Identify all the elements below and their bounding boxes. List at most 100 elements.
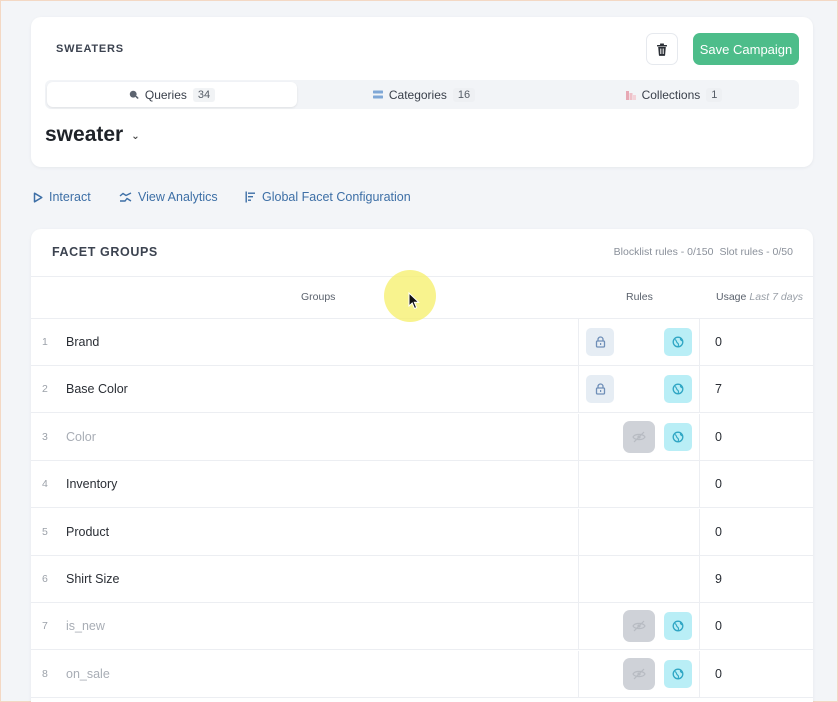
usage-value: 0: [715, 429, 722, 444]
interact-label: Interact: [49, 190, 91, 204]
view-analytics-label: View Analytics: [138, 190, 218, 204]
globe-icon: [672, 668, 684, 680]
global-rule-button[interactable]: [664, 612, 692, 641]
campaign-card: SWEATERS Save Campaign Queries 34 Catego…: [31, 17, 813, 167]
groups-column-header: Groups: [301, 291, 336, 303]
cursor-icon: [408, 292, 420, 310]
facet-group-name: Shirt Size: [66, 572, 120, 586]
pin-rule-button[interactable]: [586, 328, 614, 356]
table-row[interactable]: 4 Inventory 0: [31, 461, 813, 509]
global-facet-config-label: Global Facet Configuration: [262, 190, 411, 204]
list-icon: [372, 90, 383, 99]
rules-cell: [578, 413, 700, 460]
rules-cell: [578, 319, 700, 365]
analytics-icon: [119, 191, 132, 202]
global-rule-button[interactable]: [664, 375, 692, 404]
tab-collections[interactable]: Collections 1: [549, 80, 799, 109]
rules-cell: [578, 650, 700, 697]
tab-categories-count: 16: [452, 87, 476, 102]
tab-bar: Queries 34 Categories 16 Collections 1: [45, 80, 799, 109]
campaign-title: SWEATERS: [56, 43, 124, 55]
usage-period: Last 7 days: [749, 291, 804, 303]
rules-cell: [578, 366, 700, 413]
facet-groups-title: FACET GROUPS: [52, 245, 158, 259]
hidden-icon: [632, 668, 646, 680]
globe-icon: [672, 383, 684, 395]
table-row[interactable]: 7 is_new 0: [31, 603, 813, 651]
facet-group-name: Brand: [66, 335, 100, 349]
globe-icon: [672, 336, 684, 348]
pin-rule-button[interactable]: [586, 375, 614, 404]
tab-categories-label: Categories: [388, 87, 447, 102]
global-rule-button[interactable]: [664, 422, 692, 451]
table-row[interactable]: 5 Product 0: [31, 508, 813, 556]
global-facet-config-link[interactable]: Global Facet Configuration: [245, 190, 411, 204]
table-row[interactable]: 3 Color 0: [31, 413, 813, 461]
facet-group-name: on_sale: [66, 666, 110, 681]
usage-value: 0: [715, 666, 722, 681]
row-index: 5: [42, 525, 48, 538]
view-analytics-link[interactable]: View Analytics: [119, 190, 218, 204]
facet-group-name: Inventory: [66, 477, 118, 492]
usage-label: Usage: [716, 291, 747, 303]
globe-icon: [672, 620, 684, 632]
row-index: 8: [42, 667, 48, 680]
lock-icon: [595, 383, 605, 396]
query-title: sweater: [45, 123, 124, 146]
row-index: 2: [42, 383, 48, 396]
search-icon: [129, 90, 139, 99]
global-rule-button[interactable]: [664, 659, 692, 688]
table-row[interactable]: 2 Base Color 7: [31, 366, 813, 414]
table-row[interactable]: 6 Shirt Size 9: [31, 556, 813, 603]
trash-icon: [657, 43, 667, 56]
blocklist-rules-count: Blocklist rules - 0/150: [613, 246, 714, 258]
usage-value: 0: [715, 335, 722, 349]
delete-button[interactable]: [646, 33, 678, 65]
chevron-down-icon: ⌄: [131, 130, 140, 142]
interact-link[interactable]: Interact: [33, 190, 91, 204]
rule-limits: Blocklist rules - 0/150 Slot rules - 0/5…: [614, 246, 793, 258]
tab-collections-count: 1: [706, 87, 723, 102]
rules-cell: [578, 461, 700, 508]
hidden-icon: [632, 431, 646, 443]
facet-config-icon: [245, 191, 255, 203]
row-index: 4: [42, 478, 48, 491]
usage-value: 0: [715, 619, 722, 634]
facet-group-name: Base Color: [66, 382, 128, 397]
play-icon: [33, 191, 43, 203]
rules-cell: [578, 603, 700, 650]
row-index: 7: [42, 620, 48, 633]
hidden-icon: [632, 620, 646, 632]
usage-value: 9: [715, 572, 722, 586]
rules-cell: [578, 556, 700, 602]
hide-rule-button[interactable]: [623, 657, 655, 690]
lock-icon: [595, 336, 605, 348]
facet-group-name: is_new: [66, 619, 105, 634]
query-selector[interactable]: sweater ⌄: [45, 123, 140, 147]
tab-queries-count: 34: [192, 87, 216, 102]
facet-group-name: Color: [66, 429, 96, 444]
table-row[interactable]: 8 on_sale 0: [31, 650, 813, 698]
tab-categories[interactable]: Categories 16: [299, 80, 549, 109]
usage-value: 0: [715, 477, 722, 492]
rules-cell: [578, 508, 700, 555]
rules-column-header: Rules: [626, 291, 653, 303]
tab-queries[interactable]: Queries 34: [47, 82, 297, 107]
facet-group-name: Product: [66, 524, 110, 539]
slot-rules-count: Slot rules - 0/50: [719, 246, 793, 258]
global-rule-button[interactable]: [664, 328, 692, 356]
table-row[interactable]: 1 Brand 0: [31, 319, 813, 366]
tab-queries-label: Queries: [144, 87, 187, 102]
usage-value: 7: [715, 382, 722, 397]
save-campaign-button[interactable]: Save Campaign: [693, 33, 799, 65]
hide-rule-button[interactable]: [623, 420, 655, 453]
tab-collections-label: Collections: [641, 87, 701, 102]
row-index: 1: [42, 336, 48, 348]
usage-column-header: Usage Last 7 days: [716, 291, 803, 303]
row-index: 6: [42, 573, 48, 585]
hide-rule-button[interactable]: [623, 610, 655, 643]
usage-value: 0: [715, 524, 722, 539]
globe-icon: [672, 431, 684, 443]
collection-icon: [625, 90, 636, 100]
row-index: 3: [42, 430, 48, 443]
